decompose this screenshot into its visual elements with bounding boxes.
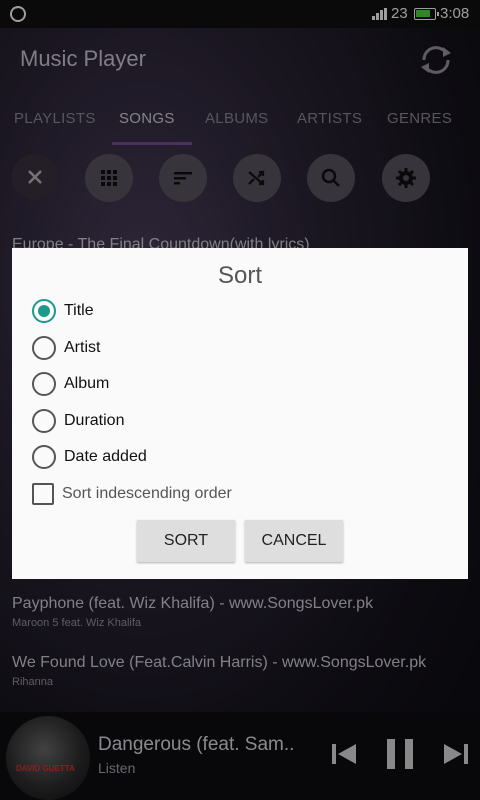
sort-descending-option[interactable]: Sort indescending order bbox=[32, 481, 232, 507]
radio-button[interactable] bbox=[32, 336, 56, 360]
option-label: Album bbox=[64, 375, 110, 392]
radio-button[interactable] bbox=[32, 409, 56, 433]
sort-dialog: Sort Title Artist Album Duration Date ad… bbox=[12, 248, 468, 579]
radio-button[interactable] bbox=[32, 372, 56, 396]
descending-checkbox[interactable] bbox=[32, 483, 54, 505]
radio-button[interactable] bbox=[32, 445, 56, 469]
dialog-title: Sort bbox=[217, 262, 262, 289]
sort-option-artist[interactable]: Artist bbox=[32, 335, 100, 361]
sort-option-duration[interactable]: Duration bbox=[32, 408, 124, 434]
option-label: Title bbox=[64, 302, 94, 319]
option-label: Duration bbox=[64, 412, 125, 429]
checkbox-label: Sort indescending order bbox=[62, 485, 232, 502]
sort-option-date-added[interactable]: Date added bbox=[32, 444, 147, 470]
option-label: Artist bbox=[64, 339, 101, 356]
option-label: Date added bbox=[64, 448, 147, 465]
sort-option-album[interactable]: Album bbox=[32, 371, 109, 397]
sort-button[interactable]: SORT bbox=[137, 520, 235, 562]
sort-option-title[interactable]: Title bbox=[32, 298, 94, 324]
radio-button[interactable] bbox=[32, 299, 56, 323]
cancel-button[interactable]: CANCEL bbox=[245, 520, 343, 562]
